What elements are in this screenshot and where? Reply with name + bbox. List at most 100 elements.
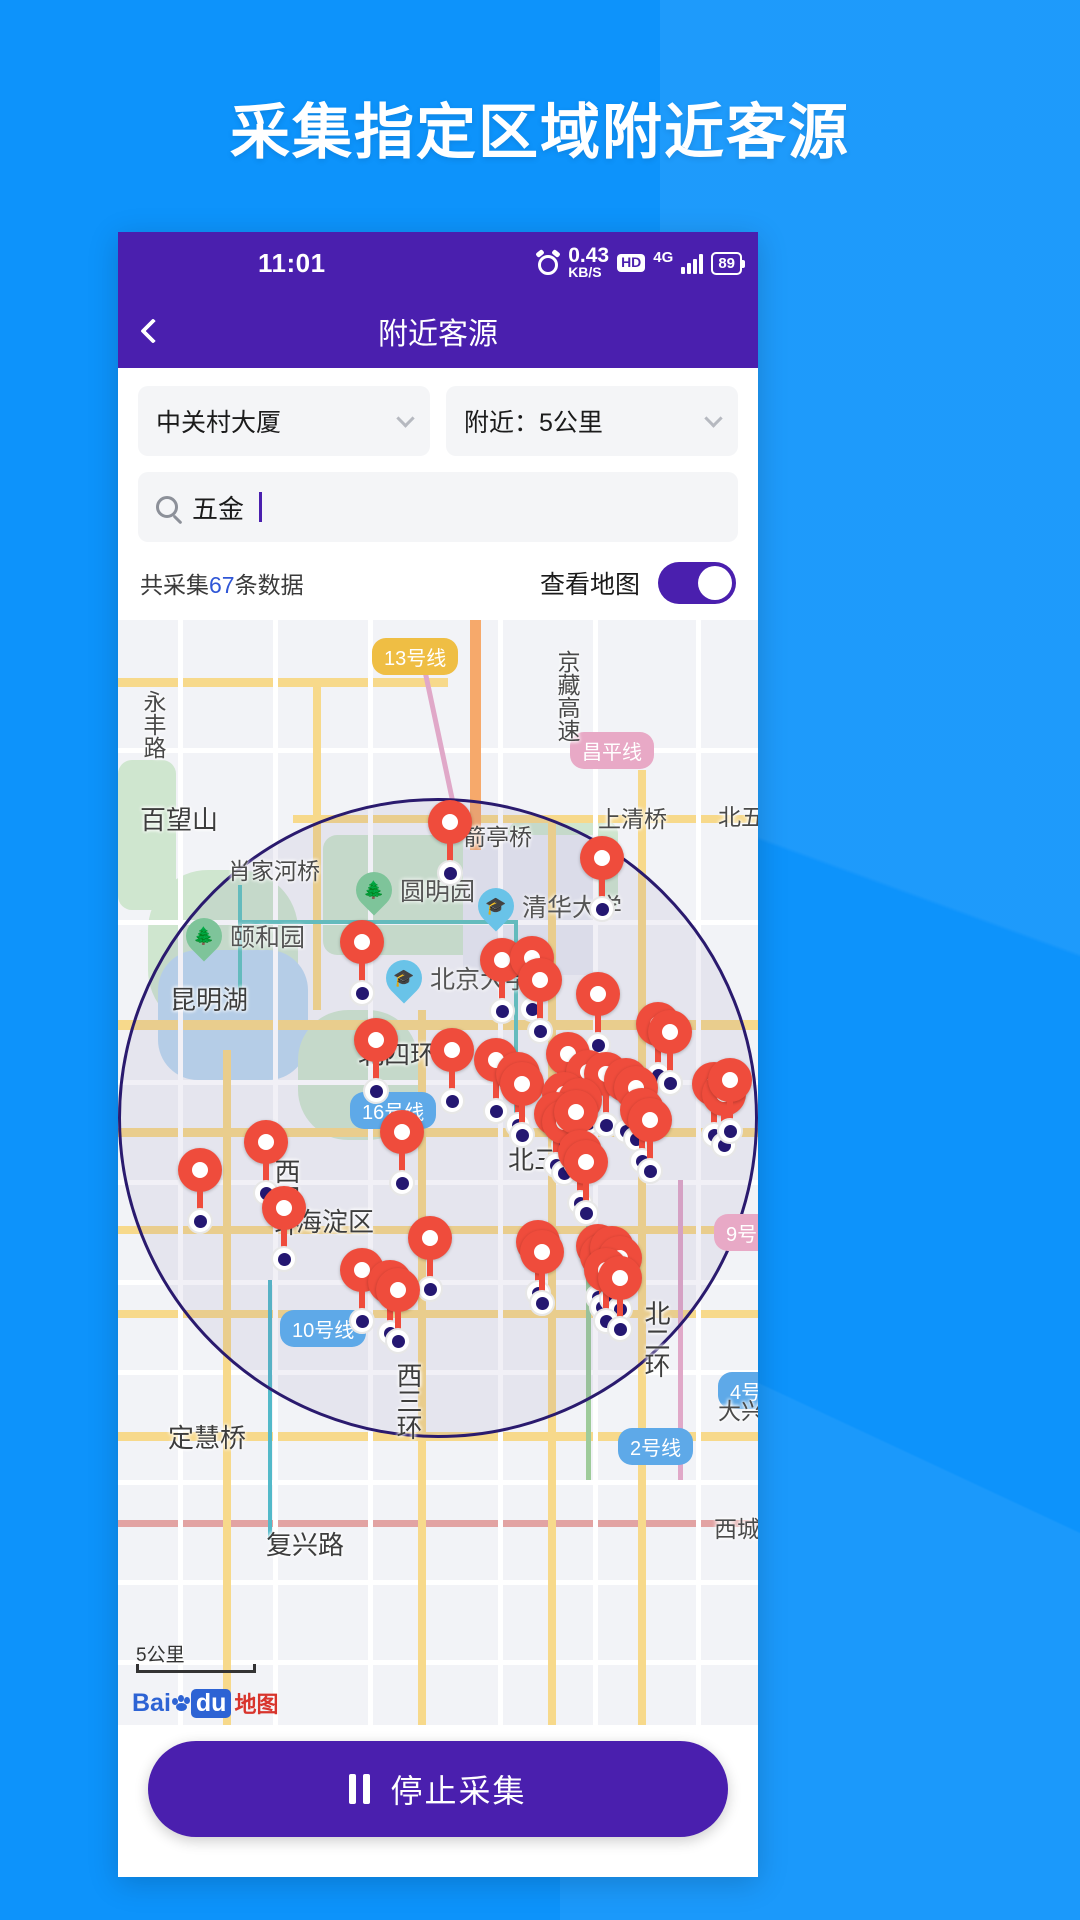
map-label: 大兴区 bbox=[718, 1398, 758, 1424]
map-canvas[interactable]: 13号线昌平线16号线10号线9号线4号线2号线 🌲圆明园🎓清华大学🌲颐和园🎓北… bbox=[118, 620, 758, 1725]
pin-base bbox=[529, 1290, 555, 1316]
pin-head bbox=[430, 1028, 474, 1072]
pin-head bbox=[554, 1090, 598, 1134]
lead-pin[interactable] bbox=[628, 1098, 672, 1184]
pin-base bbox=[637, 1158, 663, 1184]
hd-badge: HD bbox=[617, 254, 646, 272]
search-row: 五金 bbox=[118, 456, 758, 542]
map-label: 西城区 bbox=[714, 1516, 758, 1542]
lead-pin[interactable] bbox=[380, 1110, 424, 1196]
pin-base bbox=[437, 860, 463, 886]
map-label: 京藏高速 bbox=[554, 650, 580, 742]
alarm-clock-icon bbox=[535, 249, 561, 275]
poi-marker-icon: 🌲 bbox=[178, 910, 230, 962]
transit-line-tag: 13号线 bbox=[372, 638, 459, 675]
lead-pin[interactable] bbox=[520, 1230, 564, 1316]
paw-icon bbox=[171, 1695, 192, 1711]
lead-pin[interactable] bbox=[262, 1186, 306, 1272]
pin-head bbox=[648, 1010, 692, 1054]
pin-base bbox=[589, 896, 615, 922]
location-select[interactable]: 中关村大厦 bbox=[138, 386, 430, 456]
lead-pin[interactable] bbox=[428, 800, 472, 886]
map-label: 肖家河桥 bbox=[228, 858, 320, 884]
lead-pin[interactable] bbox=[178, 1148, 222, 1234]
network-speed: 0.43 KB/S bbox=[568, 244, 610, 281]
lead-pin[interactable] bbox=[354, 1018, 398, 1104]
network-speed-value: 0.43 bbox=[568, 244, 610, 268]
count-value: 67 bbox=[209, 572, 235, 598]
poi-marker-icon: 🎓 bbox=[378, 952, 430, 1004]
stop-collection-label: 停止采集 bbox=[390, 1773, 527, 1809]
baidu-map-logo: Bai du 地图 bbox=[132, 1687, 278, 1719]
chevron-down-icon bbox=[396, 409, 415, 428]
map-scale-label: 5公里 bbox=[136, 1645, 185, 1666]
pin-base bbox=[607, 1316, 633, 1342]
lead-pin[interactable] bbox=[564, 1140, 608, 1226]
pin-head bbox=[262, 1186, 306, 1230]
search-input-value: 五金 bbox=[192, 493, 245, 524]
pin-base bbox=[389, 1170, 415, 1196]
count-suffix: 条数据 bbox=[234, 572, 304, 598]
filter-row: 中关村大厦 附近：5公里 bbox=[118, 368, 758, 456]
map-label: 北五环 bbox=[718, 804, 758, 830]
map-label: 箭亭桥 bbox=[463, 824, 532, 850]
pin-head bbox=[580, 836, 624, 880]
stop-collection-button[interactable]: 停止采集 bbox=[148, 1741, 728, 1837]
pin-head bbox=[428, 800, 472, 844]
radius-select[interactable]: 附近：5公里 bbox=[446, 386, 738, 456]
pin-base bbox=[717, 1118, 743, 1144]
map-scale-bar: 5公里 bbox=[136, 1640, 256, 1673]
search-input[interactable]: 五金 bbox=[138, 472, 738, 542]
pin-head bbox=[708, 1058, 752, 1102]
pin-base bbox=[385, 1328, 411, 1354]
phone-mockup: 11:01 0.43 KB/S HD 4G 89 附近客源 中关村大厦 附近：5… bbox=[118, 232, 758, 1877]
pin-head bbox=[244, 1120, 288, 1164]
map-label: 定慧桥 bbox=[168, 1423, 247, 1453]
network-speed-unit: KB/S bbox=[568, 264, 602, 281]
lead-pin[interactable] bbox=[598, 1256, 642, 1342]
pin-head bbox=[564, 1140, 608, 1184]
pin-base bbox=[363, 1078, 389, 1104]
lead-pin[interactable] bbox=[708, 1058, 752, 1144]
baidu-logo-ditu: 地图 bbox=[234, 1692, 279, 1717]
count-prefix: 共采集 bbox=[140, 572, 209, 598]
pin-base bbox=[187, 1208, 213, 1234]
lead-pin[interactable] bbox=[376, 1268, 420, 1354]
view-map-toggle[interactable] bbox=[658, 562, 736, 604]
pin-base bbox=[573, 1200, 599, 1226]
baidu-logo-du: du bbox=[190, 1688, 232, 1718]
location-select-value: 中关村大厦 bbox=[156, 409, 282, 437]
pin-head bbox=[408, 1216, 452, 1260]
pin-base bbox=[271, 1246, 297, 1272]
status-icons: 0.43 KB/S HD 4G 89 bbox=[535, 232, 745, 294]
pin-head bbox=[598, 1256, 642, 1300]
collected-count-text: 共采集67条数据 bbox=[140, 566, 304, 600]
nav-bar: 附近客源 bbox=[118, 294, 758, 368]
map-poi[interactable]: 🌲 颐和园 bbox=[178, 910, 305, 962]
pin-head bbox=[576, 972, 620, 1016]
network-type-label: 4G bbox=[653, 248, 674, 266]
map-label: 海淀区 bbox=[296, 1207, 375, 1237]
pin-head bbox=[340, 920, 384, 964]
transit-line-tag: 9号线 bbox=[714, 1214, 758, 1251]
map-label: 百望山 bbox=[140, 805, 219, 835]
toggle-knob bbox=[698, 566, 732, 600]
status-bar: 11:01 0.43 KB/S HD 4G 89 bbox=[118, 232, 758, 294]
pin-base bbox=[417, 1276, 443, 1302]
pin-head bbox=[178, 1148, 222, 1192]
map-toggle-group: 查看地图 bbox=[540, 562, 736, 604]
battery-indicator: 89 bbox=[711, 251, 745, 275]
nav-title: 附近客源 bbox=[378, 318, 498, 351]
radius-select-value: 附近：5公里 bbox=[464, 409, 603, 437]
lead-pin[interactable] bbox=[580, 836, 624, 922]
lead-pin[interactable] bbox=[430, 1028, 474, 1114]
map-label: 昆明湖 bbox=[170, 985, 249, 1015]
map-label: 上清桥 bbox=[598, 806, 667, 832]
text-caret bbox=[259, 492, 263, 522]
page-title: 采集指定区域附近客源 bbox=[230, 99, 850, 166]
map-toggle-label: 查看地图 bbox=[539, 571, 640, 599]
pin-head bbox=[380, 1110, 424, 1154]
lead-pin[interactable] bbox=[340, 920, 384, 1006]
count-row: 共采集67条数据 查看地图 bbox=[118, 542, 758, 620]
signal-bars-icon bbox=[681, 252, 704, 274]
